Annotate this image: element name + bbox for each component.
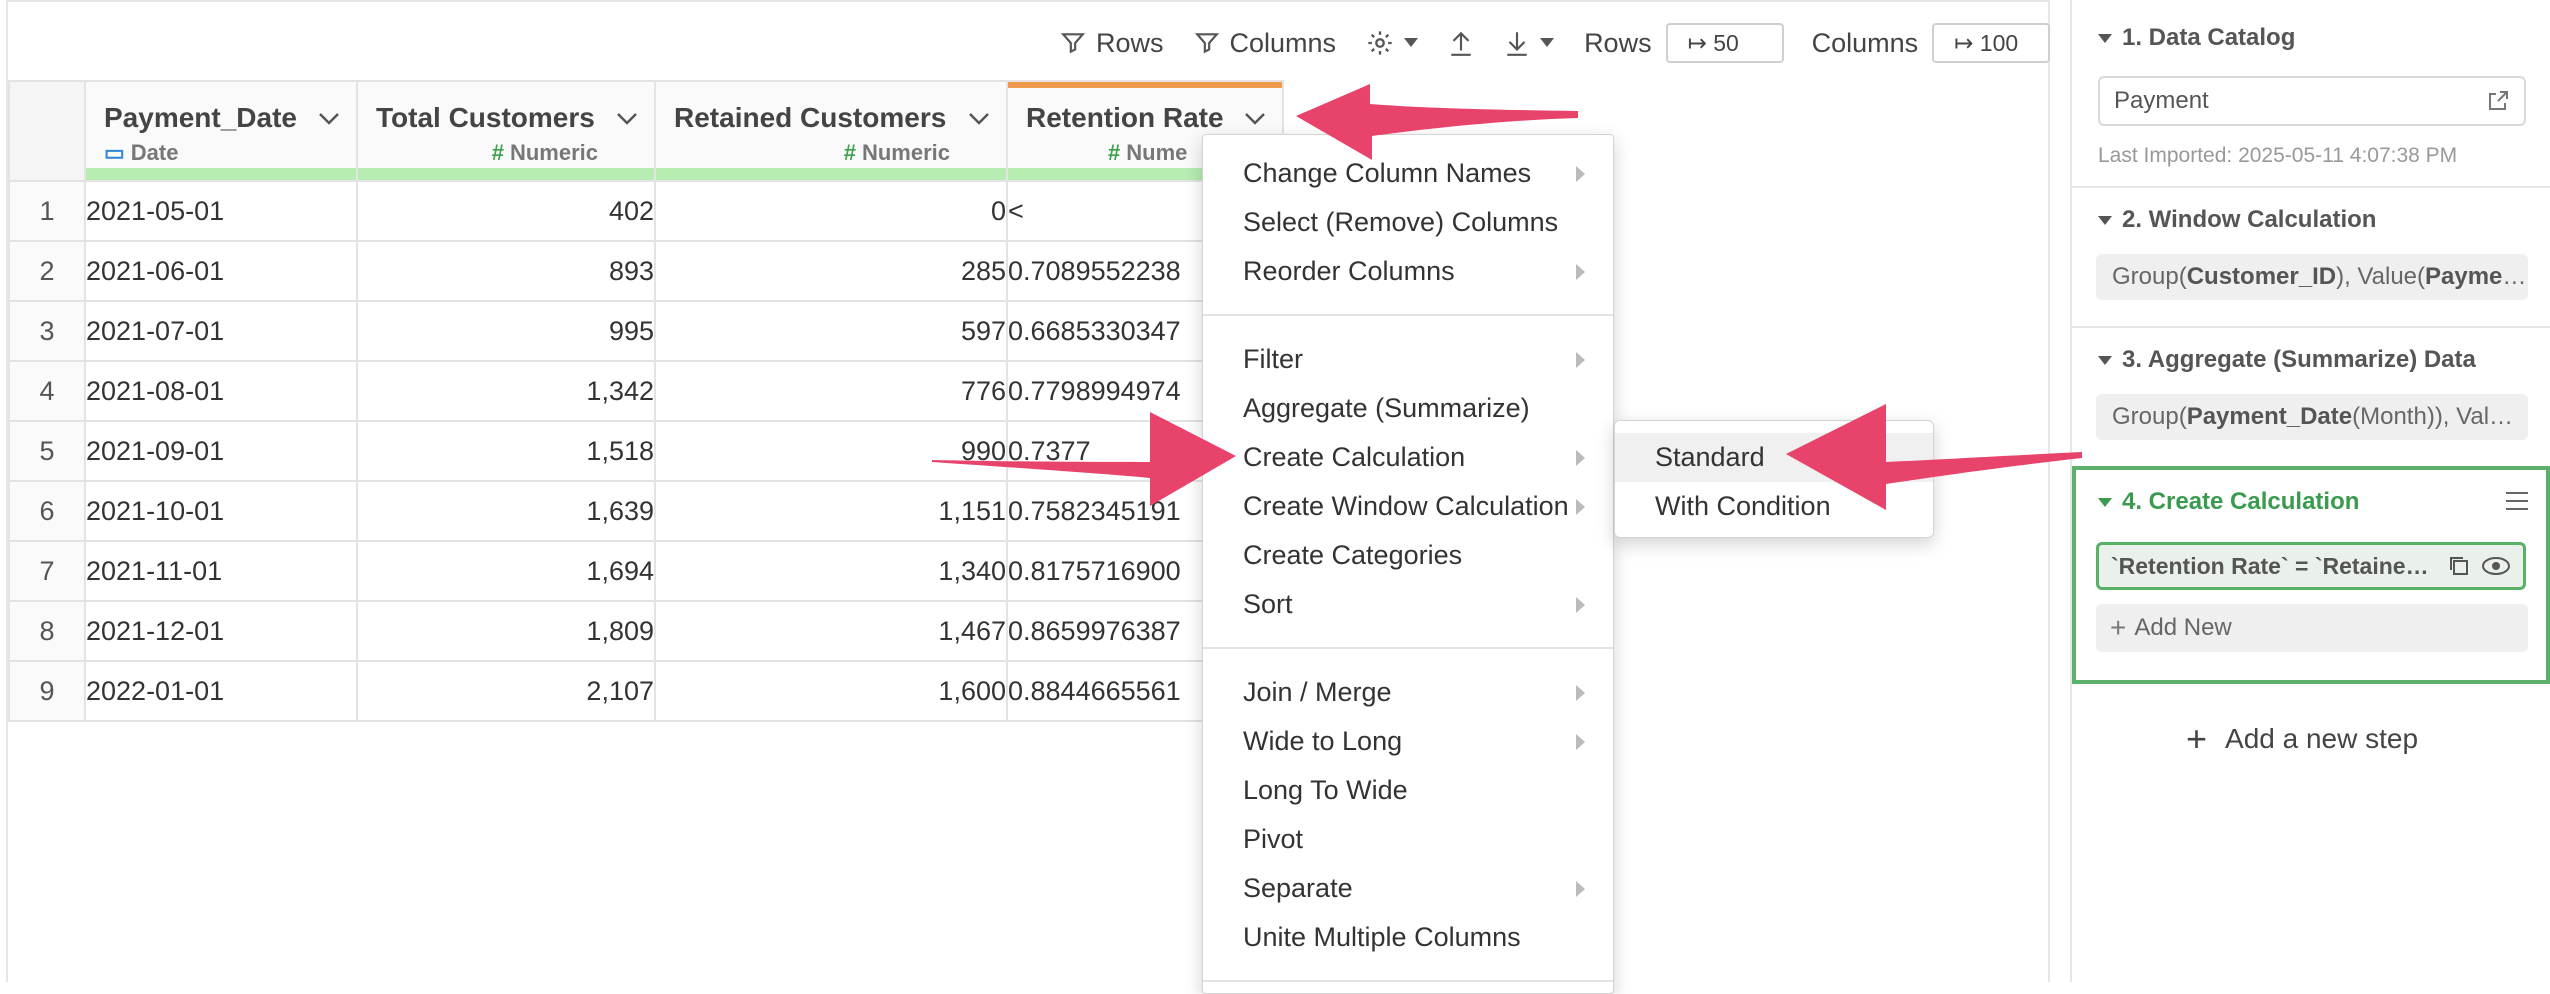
arrow-to-standard [1786, 404, 2082, 510]
annotation-arrows [932, 84, 2082, 510]
arrow-to-column-chevron [1296, 84, 1578, 160]
arrow-to-create-calculation [932, 412, 1236, 506]
